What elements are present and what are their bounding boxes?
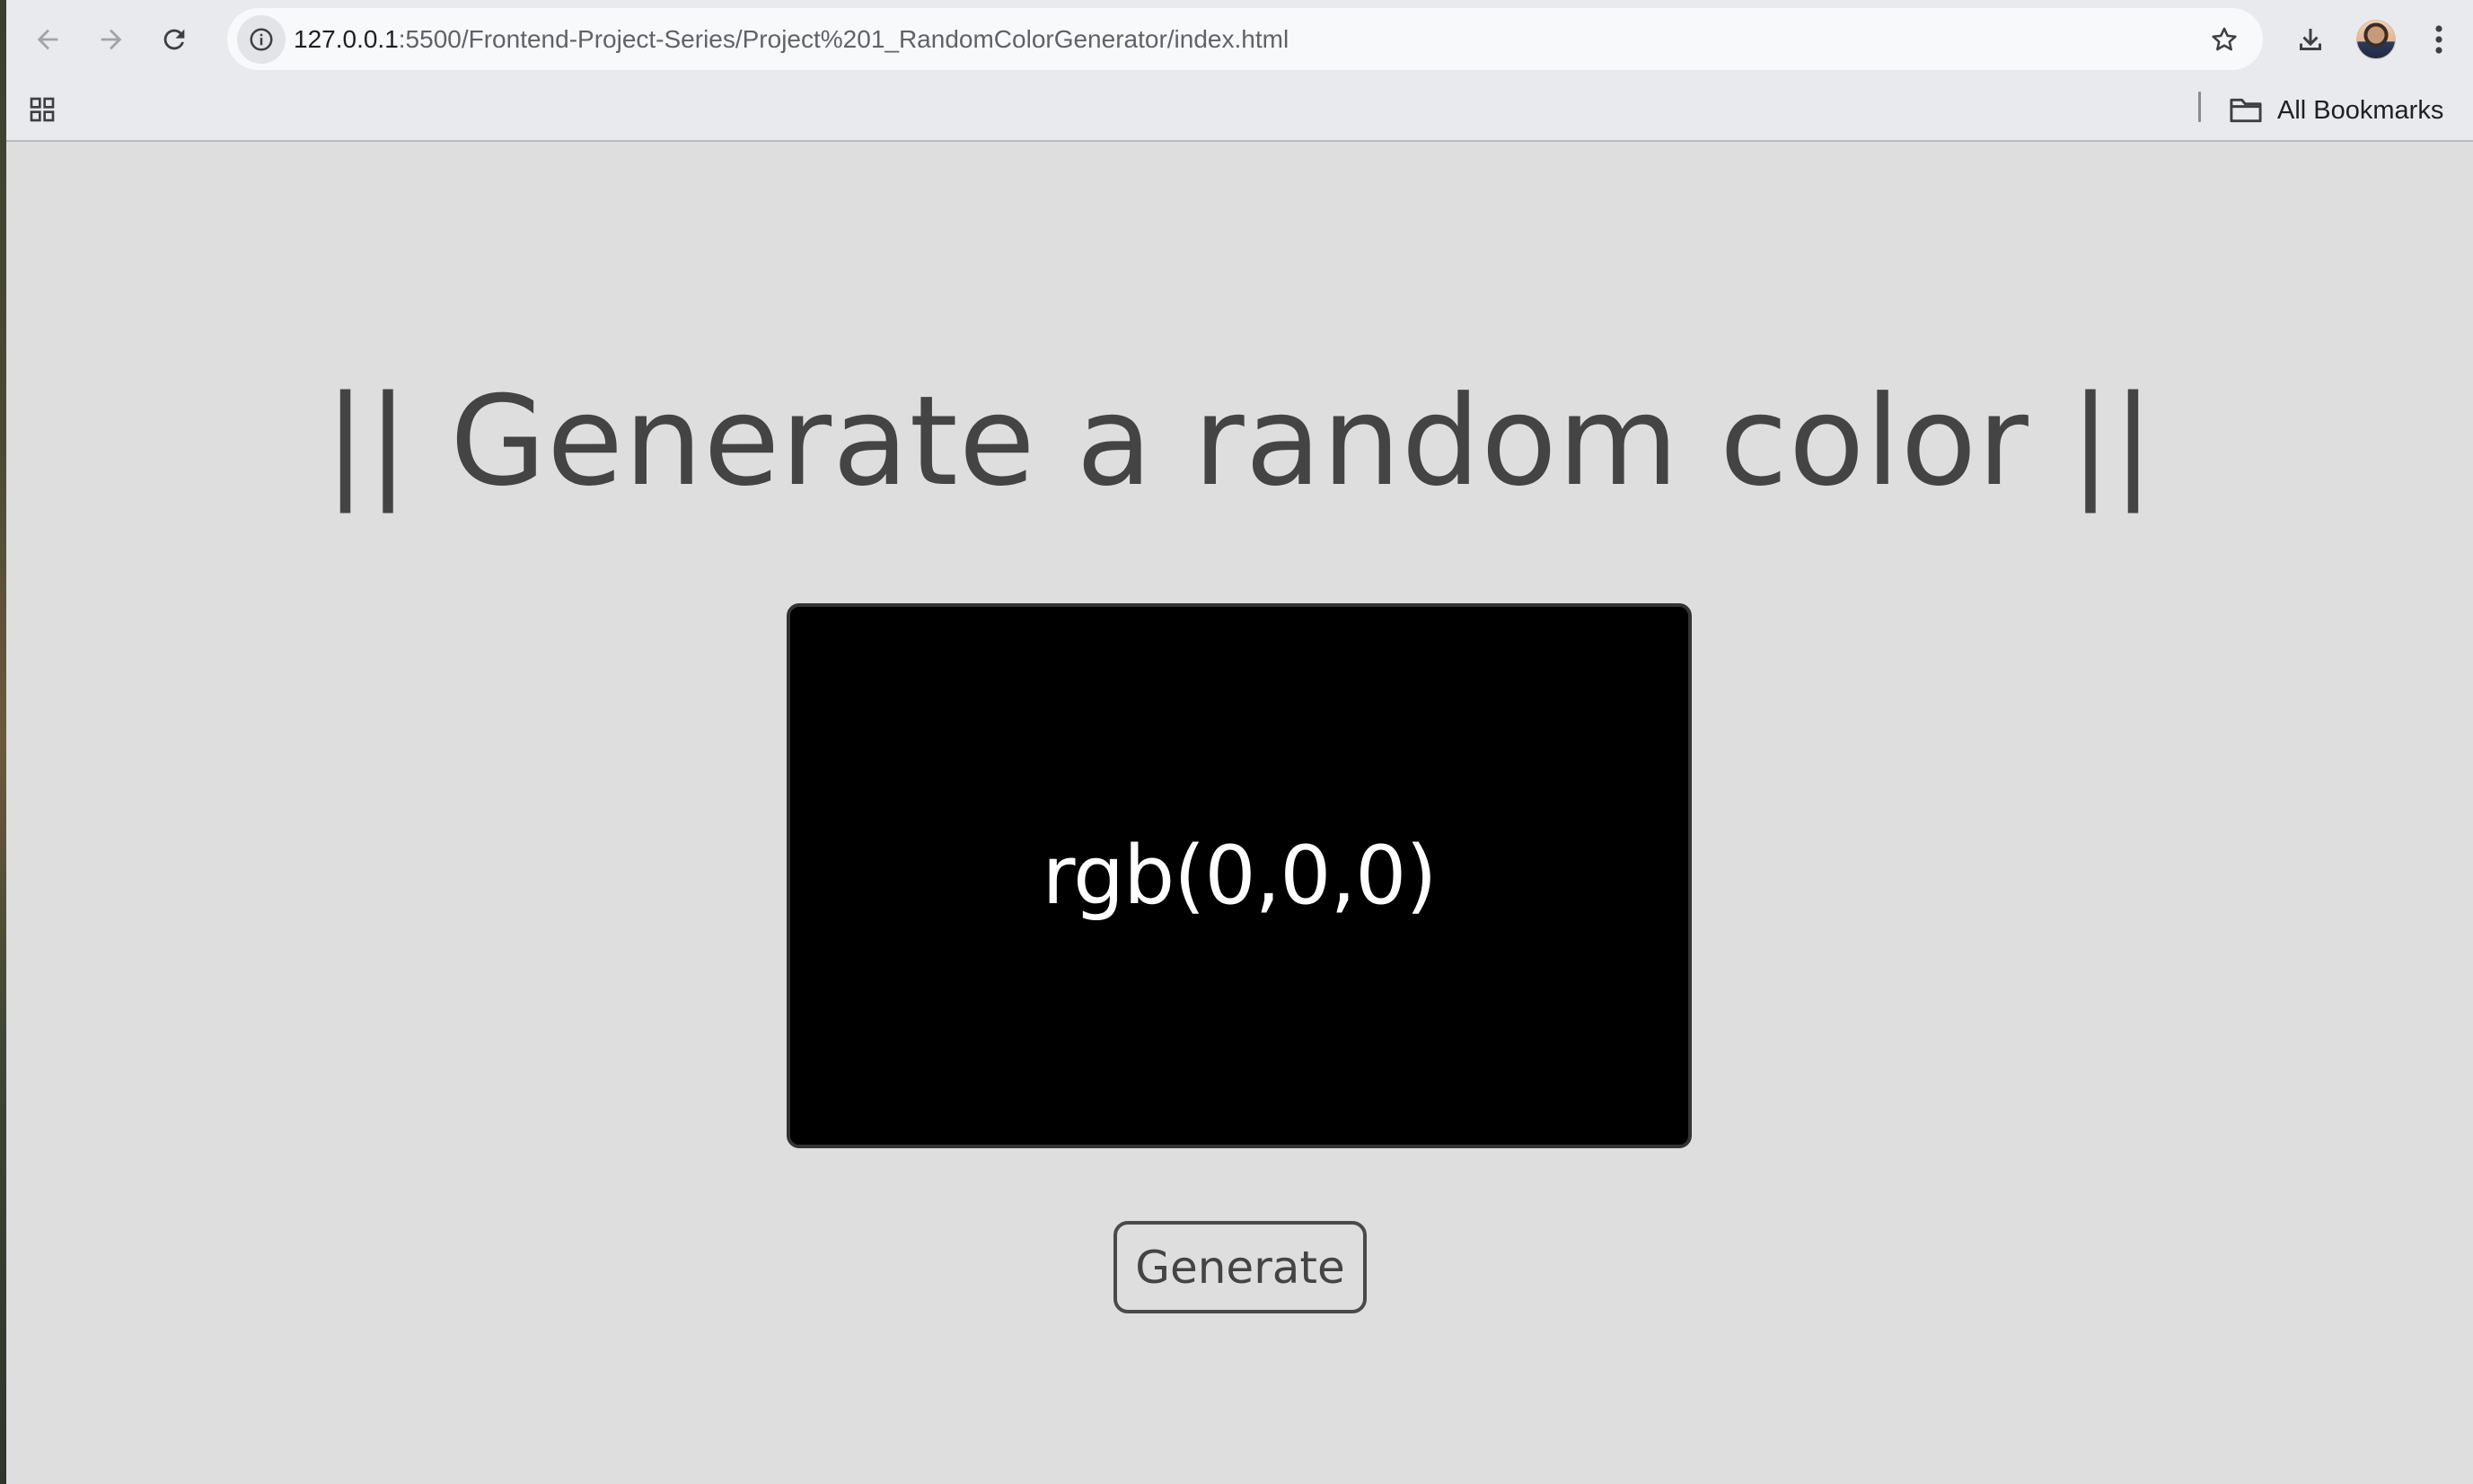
back-button[interactable] bbox=[22, 14, 73, 65]
download-icon bbox=[2300, 29, 2321, 50]
url-host: 127.0.0.1 bbox=[294, 25, 399, 53]
color-value: rgb(0,0,0) bbox=[1042, 829, 1438, 923]
star-icon bbox=[2212, 27, 2237, 51]
kebab-menu-icon bbox=[2435, 25, 2442, 54]
all-bookmarks-label: All Bookmarks bbox=[2277, 95, 2444, 125]
desktop-edge bbox=[0, 0, 6, 1484]
color-display-box: rgb(0,0,0) bbox=[787, 603, 1692, 1148]
page-content: || Generate a random color || rgb(0,0,0)… bbox=[6, 142, 2473, 1484]
apps-button[interactable] bbox=[24, 92, 60, 127]
apps-grid-icon bbox=[30, 97, 55, 122]
folder-icon bbox=[2230, 98, 2262, 123]
info-icon bbox=[250, 28, 273, 51]
page-title: || Generate a random color || bbox=[324, 369, 2155, 514]
download-button[interactable] bbox=[2287, 16, 2334, 63]
avatar[interactable] bbox=[2356, 20, 2396, 59]
bookmark-star-button[interactable] bbox=[2204, 19, 2245, 60]
forward-button[interactable] bbox=[86, 14, 136, 65]
arrow-right-icon bbox=[101, 29, 122, 50]
reload-icon bbox=[163, 29, 185, 50]
generate-button[interactable]: Generate bbox=[1113, 1221, 1367, 1313]
reload-button[interactable] bbox=[149, 14, 199, 65]
arrow-left-icon bbox=[37, 29, 58, 50]
url-text[interactable]: 127.0.0.1:5500/Frontend-Project-Series/P… bbox=[294, 8, 1289, 70]
browser-toolbar: 127.0.0.1:5500/Frontend-Project-Series/P… bbox=[6, 0, 2473, 79]
browser-menu-button[interactable] bbox=[2421, 16, 2457, 63]
site-info-button[interactable] bbox=[237, 15, 286, 64]
bookmarks-divider bbox=[2198, 92, 2201, 122]
bookmarks-bar: All Bookmarks bbox=[6, 79, 2473, 142]
url-path: :5500/Frontend-Project-Series/Project%20… bbox=[398, 25, 1289, 53]
address-bar[interactable]: 127.0.0.1:5500/Frontend-Project-Series/P… bbox=[227, 8, 2263, 70]
all-bookmarks-button[interactable]: All Bookmarks bbox=[2229, 79, 2443, 142]
